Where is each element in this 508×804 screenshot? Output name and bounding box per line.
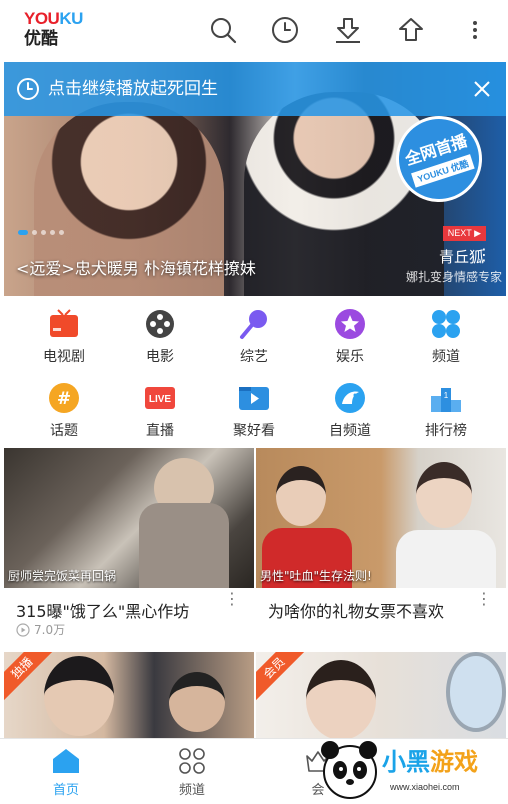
category-ranking[interactable]: 1 排行榜 (398, 382, 494, 446)
carousel-dot[interactable] (32, 230, 37, 235)
category-label: 电视剧 (43, 349, 85, 365)
more-icon[interactable] (460, 14, 490, 46)
logo-cn: 优酷 (24, 29, 58, 49)
logo-en: YOUKU (24, 10, 84, 27)
category-tv[interactable]: 电视剧 (16, 308, 112, 372)
tv-icon (48, 308, 80, 340)
card-more-icon[interactable]: ⋮ (476, 591, 492, 607)
view-count: 7.0万 (16, 621, 65, 638)
video-thumbnail[interactable]: 厨师尝完饭菜再回锅 (4, 448, 254, 588)
category-self-channel[interactable]: 自频道 (302, 382, 398, 446)
logo-en-part2: KU (59, 9, 83, 28)
upload-icon[interactable] (396, 14, 426, 46)
hero-more-icon[interactable]: ⋮ (476, 247, 492, 263)
category-label: 排行榜 (425, 423, 467, 439)
category-label: 综艺 (240, 349, 268, 365)
top-header: YOUKU 优酷 (0, 0, 508, 62)
hashtag-icon: # (48, 382, 80, 414)
category-movie[interactable]: 电影 (112, 308, 208, 372)
play-count-icon (16, 622, 30, 637)
logo-en-part1: YOU (24, 9, 60, 28)
site-watermark: 小黑游戏 www.xiaohei.com (318, 736, 508, 802)
film-reel-icon (144, 308, 176, 340)
nav-channels[interactable]: 频道 (152, 747, 232, 798)
nav-label: 频道 (178, 783, 205, 798)
category-juhaokan[interactable]: 聚好看 (206, 382, 302, 446)
thumbnail-caption: 厨师尝完饭菜再回锅 (8, 569, 117, 583)
vip-corner-badge: 会员 (256, 652, 310, 704)
carousel-dot[interactable] (41, 230, 46, 235)
star-icon (334, 308, 366, 340)
category-label: 直播 (146, 423, 174, 439)
play-folder-icon (238, 382, 270, 414)
thumbnail-caption: 男性"吐血"生存法则! (260, 569, 372, 583)
home-icon (53, 749, 79, 773)
carousel-dot[interactable] (18, 230, 28, 235)
watermark-text-part2: 游戏 (430, 748, 478, 776)
card-more-icon[interactable]: ⋮ (224, 591, 240, 607)
video-title[interactable]: 315曝"饿了么"黑心作坊 (16, 598, 189, 622)
channels-icon (430, 308, 462, 340)
hero-banner[interactable]: 点击继续播放起死回生 全网首播 YOUKU 优酷 NEXT ▶ 青丘狐 ⋮ 娜扎… (4, 62, 506, 296)
next-tag[interactable]: NEXT ▶ (442, 226, 486, 241)
view-count-value: 7.0万 (34, 623, 66, 637)
youku-logo[interactable]: YOUKU 优酷 (24, 10, 84, 52)
category-variety[interactable]: 综艺 (206, 308, 302, 372)
category-entertainment[interactable]: 娱乐 (302, 308, 398, 372)
video-thumbnail[interactable]: 男性"吐血"生存法则! (256, 448, 506, 588)
watermark-url: www.xiaohei.com (390, 782, 460, 792)
carousel-dot[interactable] (50, 230, 55, 235)
bird-icon (334, 382, 366, 414)
watermark-text-part1: 小黑 (382, 748, 430, 776)
svg-text:1: 1 (444, 391, 449, 400)
video-card[interactable]: 厨师尝完饭菜再回锅 315曝"饿了么"黑心作坊 ⋮ 7.0万 (4, 448, 254, 648)
nav-home[interactable]: 首页 (26, 747, 106, 798)
live-icon: LIVE (144, 382, 176, 414)
category-topics[interactable]: # 话题 (16, 382, 112, 446)
video-card[interactable]: 男性"吐血"生存法则! 为啥你的礼物女票不喜欢 ⋮ (256, 448, 506, 648)
category-label: 娱乐 (336, 349, 364, 365)
nav-label: 首页 (52, 783, 79, 798)
watermark-text: 小黑游戏 (382, 742, 478, 777)
resume-text: 点击继续播放起死回生 (48, 79, 218, 99)
category-label: 频道 (432, 349, 460, 365)
category-label: 话题 (50, 423, 78, 439)
category-live[interactable]: LIVE 直播 (112, 382, 208, 446)
svg-text:LIVE: LIVE (149, 394, 172, 405)
svg-text:#: # (57, 389, 71, 409)
microphone-icon (238, 308, 270, 340)
close-icon[interactable] (468, 75, 496, 103)
search-icon[interactable] (208, 14, 238, 46)
video-title[interactable]: 为啥你的礼物女票不喜欢 (268, 598, 444, 622)
carousel-dots[interactable] (18, 230, 64, 235)
category-label: 电影 (146, 349, 174, 365)
podium-icon: 1 (430, 382, 462, 414)
next-subtitle: 娜扎变身情感专家 (405, 270, 502, 284)
clock-icon (17, 78, 39, 100)
video-card[interactable]: 独播 (4, 652, 254, 738)
grid-icon (179, 748, 205, 774)
panda-logo-icon (321, 741, 377, 799)
video-thumbnail[interactable]: 独播 (4, 652, 254, 738)
hero-caption[interactable]: <远爱>忠犬暖男 朴海镇花样撩妹 (16, 255, 256, 279)
carousel-dot[interactable] (59, 230, 64, 235)
resume-playback-bar[interactable]: 点击继续播放起死回生 (4, 62, 506, 116)
history-icon[interactable] (270, 14, 300, 46)
category-grid: 电视剧 电影 综艺 娱乐 频道 # 话题 LIVE 直播 聚好看 自频道 1 排… (0, 300, 508, 446)
video-card[interactable]: 会员 (256, 652, 506, 738)
category-channels[interactable]: 频道 (398, 308, 494, 372)
download-icon[interactable] (333, 14, 363, 46)
video-thumbnail[interactable]: 会员 (256, 652, 506, 738)
category-label: 自频道 (329, 423, 371, 439)
next-tag-label: NEXT (447, 228, 472, 238)
category-label: 聚好看 (233, 423, 275, 439)
